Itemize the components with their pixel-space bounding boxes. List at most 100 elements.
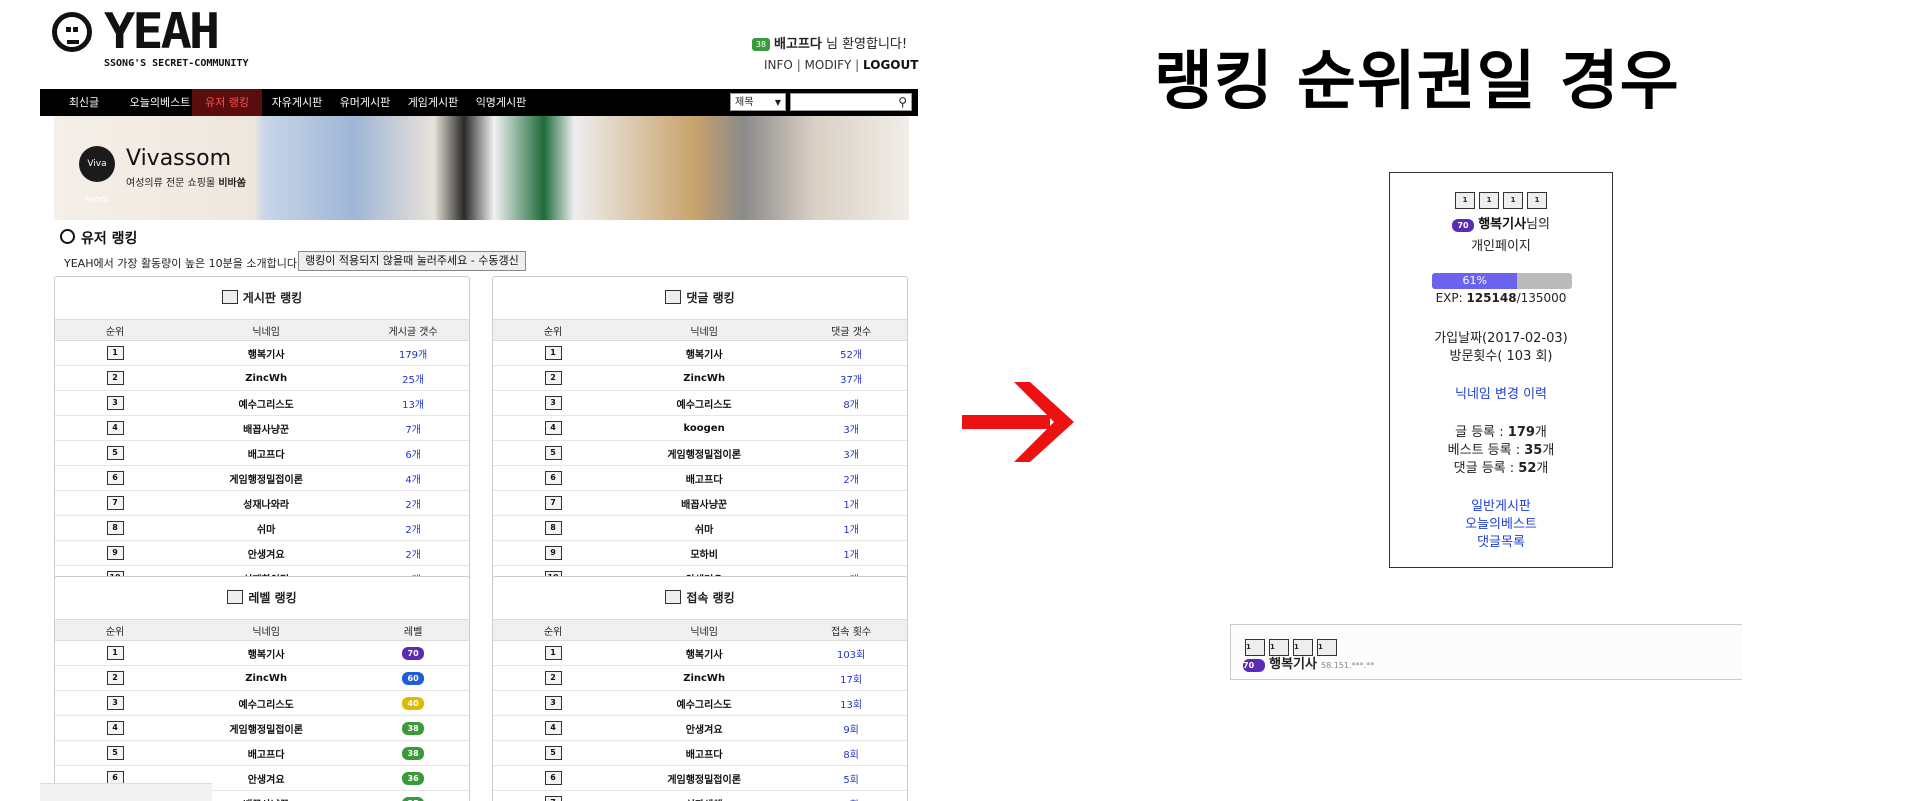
count-cell[interactable]: 2개: [795, 465, 907, 491]
count-cell[interactable]: 52개: [795, 340, 907, 366]
count-cell[interactable]: 17회: [795, 665, 907, 691]
nav-anonymous-board[interactable]: 익명게시판: [466, 89, 536, 116]
search-select-value: 제목: [735, 97, 754, 108]
nickname-cell[interactable]: ZincWh: [613, 665, 796, 691]
nickname-cell[interactable]: 쉬마: [613, 515, 796, 541]
nickname-cell[interactable]: 게임행정밀접이론: [175, 465, 358, 491]
strip-username[interactable]: 행복기사: [1269, 657, 1317, 672]
nickname-cell[interactable]: 예수그리스도: [613, 390, 796, 416]
nickname-cell[interactable]: 배고프다: [175, 740, 358, 766]
comment-ranking-title: 댓글 랭킹: [493, 277, 907, 319]
count-cell[interactable]: 103회: [795, 640, 907, 666]
count-cell[interactable]: 3개: [795, 415, 907, 441]
count-cell[interactable]: 2개: [357, 490, 469, 516]
comment-list-link[interactable]: 댓글목록: [1390, 531, 1612, 550]
rank-badge-icon: 6: [544, 471, 562, 485]
nickname-cell[interactable]: 예수그리스도: [175, 690, 358, 716]
modify-link[interactable]: MODIFY: [805, 58, 852, 72]
count-cell[interactable]: 9회: [795, 715, 907, 741]
count-cell[interactable]: 8회: [795, 740, 907, 766]
nickname-cell[interactable]: 모하비: [613, 540, 796, 566]
nickname-cell[interactable]: 배꼽사냥꾼: [613, 490, 796, 516]
today-best-link[interactable]: 오늘의베스트: [1390, 513, 1612, 532]
nickname-cell[interactable]: 쉬마: [175, 515, 358, 541]
nickname-cell[interactable]: ZincWh: [175, 365, 358, 391]
column-header: 댓글 갯수: [795, 319, 907, 341]
nickname-cell[interactable]: 안생겨요: [613, 715, 796, 741]
search-icon[interactable]: ⚲: [898, 95, 907, 109]
nav-today-best[interactable]: 오늘의베스트: [120, 89, 200, 116]
info-link[interactable]: INFO: [764, 58, 793, 72]
count-cell[interactable]: 3개: [795, 440, 907, 466]
general-board-link[interactable]: 일반게시판: [1390, 495, 1612, 514]
nickname-cell[interactable]: ZincWh: [613, 365, 796, 391]
nickname-cell[interactable]: 예수그리스도: [175, 390, 358, 416]
rank-cell: 4: [493, 415, 614, 441]
nickname-cell[interactable]: 행복기사: [613, 340, 796, 366]
count-cell[interactable]: 8개: [795, 390, 907, 416]
count-cell[interactable]: 1개: [795, 540, 907, 566]
count-cell[interactable]: 7개: [357, 415, 469, 441]
bottom-tab[interactable]: [40, 783, 212, 801]
level-rank-icon: [227, 590, 244, 604]
nav-game-board[interactable]: 게임게시판: [398, 89, 468, 116]
search-type-select[interactable]: 제목 ▼: [730, 93, 786, 111]
nickname-cell[interactable]: 행복기사: [175, 640, 358, 666]
banner-brand: Vivassom: [126, 146, 231, 171]
nickname-cell[interactable]: 배고프다: [175, 440, 358, 466]
nickname-cell[interactable]: 행복기사: [613, 640, 796, 666]
logout-link[interactable]: LOGOUT: [863, 58, 918, 72]
count-cell[interactable]: 1개: [795, 515, 907, 541]
divider: |: [851, 58, 864, 72]
nickname-cell[interactable]: 배꼽사냥꾼: [175, 415, 358, 441]
nickname-cell[interactable]: koogen: [613, 415, 796, 441]
nav-latest[interactable]: 최신글: [62, 89, 106, 116]
nickname-cell[interactable]: 안생겨요: [175, 540, 358, 566]
nickname-history-link[interactable]: 닉네임 변경 이력: [1390, 383, 1612, 402]
count-cell[interactable]: 6개: [357, 440, 469, 466]
count-cell[interactable]: 4개: [357, 465, 469, 491]
nickname-cell[interactable]: 선과색채: [613, 790, 796, 801]
count-cell[interactable]: 25개: [357, 365, 469, 391]
count-cell[interactable]: 3회: [795, 790, 907, 801]
nickname-cell[interactable]: 행복기사: [175, 340, 358, 366]
count-cell[interactable]: 5회: [795, 765, 907, 791]
count-cell[interactable]: 37개: [795, 365, 907, 391]
table-row: 8 쉬마 2개: [55, 515, 469, 541]
welcome-user[interactable]: 배고프다: [774, 37, 822, 52]
nickname-cell[interactable]: 게임행정밀접이론: [613, 440, 796, 466]
level-ranking-title: 레벨 랭킹: [55, 577, 469, 619]
nickname-cell[interactable]: 게임행정밀접이론: [175, 715, 358, 741]
rank-badge-icon: 6: [106, 471, 124, 485]
count-cell[interactable]: 13회: [795, 690, 907, 716]
column-header: 닉네임: [175, 319, 358, 341]
rank-badge-icon: 7: [106, 496, 124, 510]
table-row: 5 게임행정밀접이론 3개: [493, 440, 907, 466]
nickname-cell[interactable]: 배고프다: [613, 465, 796, 491]
count-cell[interactable]: 13개: [357, 390, 469, 416]
divider: |: [792, 58, 805, 72]
count-cell[interactable]: 1개: [795, 490, 907, 516]
nickname-cell[interactable]: 성재나와라: [175, 490, 358, 516]
nickname-cell[interactable]: 예수그리스도: [613, 690, 796, 716]
nickname-cell[interactable]: 배고프다: [613, 740, 796, 766]
table-row: 2 ZincWh 25개: [55, 365, 469, 391]
nav-humor-board[interactable]: 유머게시판: [330, 89, 400, 116]
site-logo[interactable]: YEAH SSONG'S SECRET-COMMUNITY: [52, 4, 302, 74]
count-cell[interactable]: 2개: [357, 515, 469, 541]
access-rank-icon: 1: [1527, 192, 1547, 209]
count-cell[interactable]: 2개: [357, 540, 469, 566]
nav-user-ranking[interactable]: 유저 랭킹: [192, 89, 262, 116]
nickname-cell[interactable]: ZincWh: [175, 665, 358, 691]
table-row: 1 행복기사 70: [55, 640, 469, 666]
ad-banner[interactable]: Viva ssom Vivassom 여성의류 전문 쇼핑몰 비바쏨: [54, 116, 909, 220]
count-cell[interactable]: 179개: [357, 340, 469, 366]
search-input[interactable]: ⚲: [790, 93, 912, 111]
table-row: 6 게임행정밀접이론 5회: [493, 765, 907, 791]
rank-badge-icon: 5: [106, 446, 124, 460]
nickname-cell[interactable]: 게임행정밀접이론: [613, 765, 796, 791]
nav-free-board[interactable]: 자유게시판: [262, 89, 332, 116]
table-row: 3 예수그리스도 40: [55, 690, 469, 716]
manual-refresh-button[interactable]: 랭킹이 적용되지 않을때 눌러주세요 - 수동갱신: [298, 251, 526, 271]
best-count-label: 베스트 등록 :: [1447, 443, 1525, 458]
